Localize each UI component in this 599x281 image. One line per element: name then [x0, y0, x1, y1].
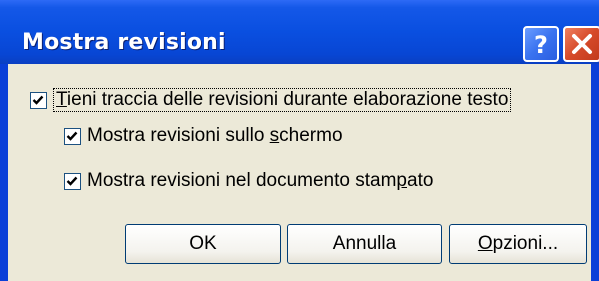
show-in-print-label: Mostra revisioni nel documento stampato: [87, 170, 434, 191]
show-on-screen-label: Mostra revisioni sullo schermo: [87, 125, 343, 146]
question-mark-icon: ?: [534, 31, 548, 59]
show-in-print-checkbox[interactable]: [64, 172, 81, 190]
window-title: Mostra revisioni: [22, 30, 226, 55]
show-in-print-option[interactable]: Mostra revisioni nel documento stampato: [64, 170, 433, 192]
options-button-label: Opzioni...: [477, 233, 559, 254]
close-button[interactable]: [563, 26, 599, 62]
track-changes-option[interactable]: Tieni traccia delle revisioni durante el…: [30, 88, 512, 112]
svg-text:?: ?: [534, 31, 548, 59]
track-changes-checkbox[interactable]: [30, 91, 47, 109]
cancel-button-label: Annulla: [332, 233, 397, 254]
ok-button[interactable]: OK: [125, 224, 281, 264]
checkmark-icon: [66, 131, 78, 141]
dialog-body: Tieni traccia delle revisioni durante el…: [8, 64, 591, 281]
show-on-screen-checkbox[interactable]: [64, 127, 81, 145]
show-on-screen-option[interactable]: Mostra revisioni sullo schermo: [64, 125, 343, 147]
window-left-border: [0, 64, 8, 281]
options-button[interactable]: Opzioni...: [449, 224, 587, 264]
title-bar[interactable]: Mostra revisioni ?: [0, 0, 599, 64]
window-right-border: [591, 64, 599, 281]
close-x-icon: [572, 34, 592, 54]
checkmark-icon: [32, 95, 44, 105]
help-button[interactable]: ?: [523, 26, 559, 62]
track-changes-label: Tieni traccia delle revisioni durante el…: [53, 88, 512, 112]
cancel-button[interactable]: Annulla: [287, 224, 442, 264]
checkmark-icon: [66, 176, 78, 186]
dialog-window: Mostra revisioni ? Tieni traccia delle r…: [0, 0, 599, 281]
ok-button-label: OK: [189, 233, 217, 254]
